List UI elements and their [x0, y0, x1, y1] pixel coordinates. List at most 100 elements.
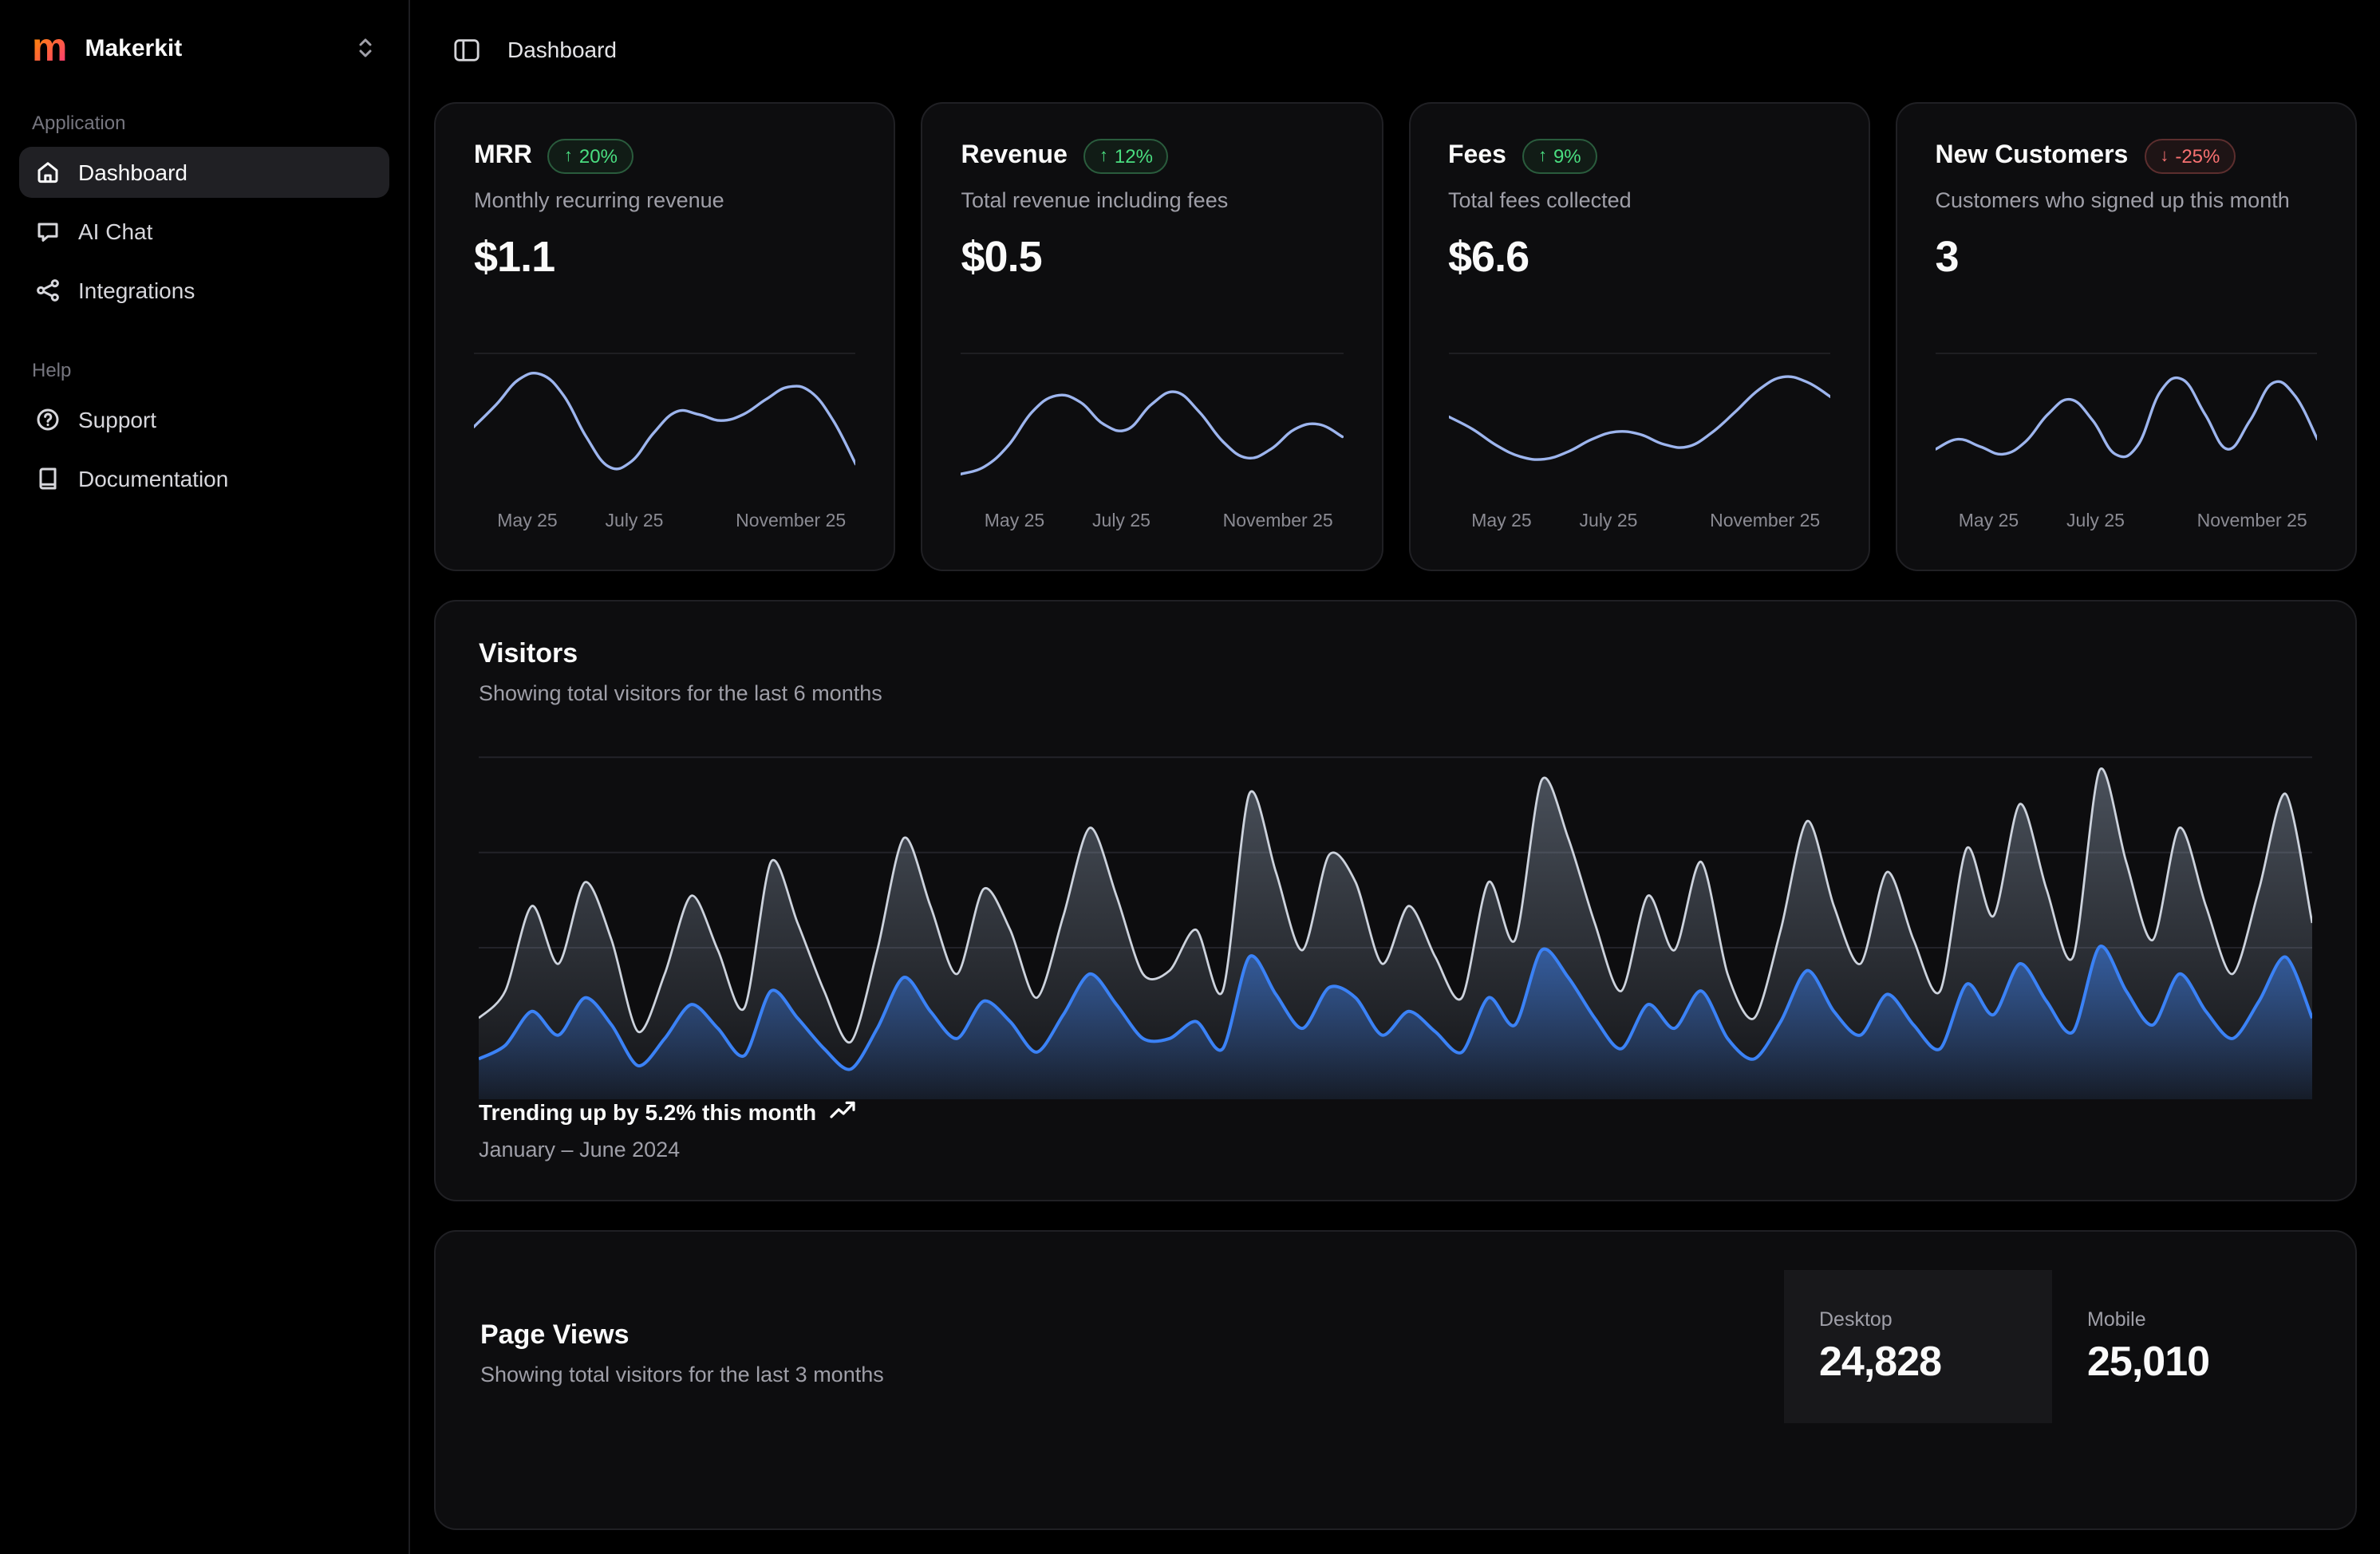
- stat-cards-row: MRR ↑ 20% Monthly recurring revenue $1.1…: [434, 102, 2357, 571]
- sidebar-item-documentation[interactable]: Documentation: [19, 453, 389, 504]
- x-tick: November 25: [1223, 512, 1333, 531]
- page-views-title: Page Views: [480, 1319, 884, 1351]
- x-tick: May 25: [985, 512, 1044, 531]
- x-axis-ticks: May 25 July 25 November 25: [474, 512, 856, 538]
- stat-card-revenue: Revenue ↑ 12% Total revenue including fe…: [922, 102, 1383, 571]
- x-axis-ticks: May 25 July 25 November 25: [1936, 512, 2318, 538]
- x-tick: May 25: [497, 512, 557, 531]
- breadcrumb: Dashboard: [507, 37, 617, 62]
- makerkit-logo-icon: m: [32, 29, 67, 67]
- stat-card-subtitle: Total fees collected: [1448, 188, 1830, 212]
- x-tick: November 25: [736, 512, 846, 531]
- visitors-period-text: January – June 2024: [479, 1138, 2312, 1162]
- stat-card-value: 3: [1936, 233, 2318, 282]
- sidebar-item-dashboard[interactable]: Dashboard: [19, 147, 389, 198]
- new-customers-sparkline-chart: [1936, 353, 2318, 499]
- trend-badge-value: -25%: [2175, 144, 2220, 169]
- trend-up-arrow-icon: ↑: [1099, 148, 1108, 165]
- x-tick: November 25: [2197, 512, 2307, 531]
- stat-card-subtitle: Customers who signed up this month: [1936, 188, 2318, 212]
- share-icon: [35, 278, 61, 303]
- sidebar-item-label: Dashboard: [78, 160, 187, 185]
- mobile-stat-value: 25,010: [2087, 1339, 2285, 1384]
- x-tick: July 25: [2066, 512, 2125, 531]
- fees-sparkline-chart: [1448, 353, 1830, 499]
- sidebar-section-application: Application: [32, 112, 377, 134]
- trending-up-icon: [829, 1099, 855, 1125]
- visitors-trend-text: Trending up by 5.2% this month: [479, 1099, 816, 1125]
- home-icon: [35, 160, 61, 185]
- mobile-stat-label: Mobile: [2087, 1308, 2285, 1331]
- page-views-subtitle: Showing total visitors for the last 3 mo…: [480, 1363, 884, 1386]
- sparkline-block: May 25 July 25 November 25: [1448, 353, 1830, 538]
- trend-badge: ↓ -25%: [2144, 139, 2236, 174]
- sidebar-item-label: Integrations: [78, 278, 195, 303]
- stat-card-mrr: MRR ↑ 20% Monthly recurring revenue $1.1…: [434, 102, 896, 571]
- sidebar: m Makerkit Application Dashboard AI Chat…: [0, 0, 410, 1554]
- chat-icon: [35, 219, 61, 244]
- revenue-sparkline-chart: [961, 353, 1344, 499]
- sparkline-block: May 25 July 25 November 25: [1936, 353, 2318, 538]
- app-window: m Makerkit Application Dashboard AI Chat…: [0, 0, 2380, 1554]
- trend-badge: ↑ 9%: [1522, 139, 1597, 174]
- stat-card-title: Fees: [1448, 142, 1506, 171]
- x-tick: May 25: [1959, 512, 2019, 531]
- stat-card-value: $0.5: [961, 233, 1344, 282]
- x-axis-ticks: May 25 July 25 November 25: [1448, 512, 1830, 538]
- page-views-series-toggles: Desktop 24,828 Mobile 25,010: [1784, 1270, 2320, 1423]
- page-views-header-text: Page Views Showing total visitors for th…: [436, 1232, 884, 1386]
- sidebar-item-integrations[interactable]: Integrations: [19, 265, 389, 316]
- visitors-card: Visitors Showing total visitors for the …: [434, 600, 2357, 1201]
- stat-card-new-customers: New Customers ↓ -25% Customers who signe…: [1896, 102, 2358, 571]
- page-views-card: Page Views Showing total visitors for th…: [434, 1230, 2357, 1530]
- sidebar-section-help: Help: [32, 359, 377, 381]
- trend-badge-value: 9%: [1553, 144, 1581, 169]
- mrr-sparkline-chart: [474, 353, 856, 499]
- sidebar-toggle-icon[interactable]: [453, 36, 480, 63]
- help-circle-icon: [35, 407, 61, 432]
- trend-up-arrow-icon: ↑: [564, 148, 573, 165]
- desktop-stat-toggle[interactable]: Desktop 24,828: [1784, 1270, 2052, 1423]
- trend-badge: ↑ 20%: [548, 139, 633, 174]
- visitors-area-chart: [479, 747, 2312, 1099]
- workspace-selector[interactable]: m Makerkit: [19, 19, 389, 77]
- top-bar: Dashboard: [410, 0, 2380, 99]
- x-tick: July 25: [1092, 512, 1151, 531]
- stat-card-value: $1.1: [474, 233, 856, 282]
- x-tick: July 25: [606, 512, 664, 531]
- sidebar-item-label: Support: [78, 407, 156, 432]
- main-area: Dashboard MRR ↑ 20% Monthly recurring re…: [410, 0, 2380, 1554]
- brand-name: Makerkit: [85, 34, 337, 61]
- desktop-stat-value: 24,828: [1819, 1339, 2017, 1384]
- stat-card-title: MRR: [474, 142, 532, 171]
- x-tick: July 25: [1580, 512, 1638, 531]
- stat-card-subtitle: Total revenue including fees: [961, 188, 1344, 212]
- stat-card-value: $6.6: [1448, 233, 1830, 282]
- stat-card-fees: Fees ↑ 9% Total fees collected $6.6 May …: [1408, 102, 1870, 571]
- chevron-up-down-icon: [354, 35, 377, 61]
- trend-down-arrow-icon: ↓: [2160, 148, 2169, 165]
- sidebar-item-label: AI Chat: [78, 219, 152, 244]
- trend-badge: ↑ 12%: [1083, 139, 1169, 174]
- x-tick: May 25: [1471, 512, 1531, 531]
- sparkline-block: May 25 July 25 November 25: [474, 353, 856, 538]
- visitors-subtitle: Showing total visitors for the last 6 mo…: [479, 681, 2312, 705]
- stat-card-title: New Customers: [1936, 142, 2129, 171]
- sidebar-item-label: Documentation: [78, 466, 228, 491]
- trend-up-arrow-icon: ↑: [1538, 148, 1547, 165]
- visitors-footer: Trending up by 5.2% this month January –…: [479, 1099, 2312, 1162]
- dashboard-content: MRR ↑ 20% Monthly recurring revenue $1.1…: [410, 99, 2380, 1554]
- x-tick: November 25: [1710, 512, 1820, 531]
- sparkline-block: May 25 July 25 November 25: [961, 353, 1344, 538]
- book-icon: [35, 466, 61, 491]
- mobile-stat-toggle[interactable]: Mobile 25,010: [2052, 1270, 2320, 1423]
- stat-card-title: Revenue: [961, 142, 1068, 171]
- sidebar-item-support[interactable]: Support: [19, 394, 389, 445]
- sidebar-item-ai-chat[interactable]: AI Chat: [19, 206, 389, 257]
- trend-badge-value: 20%: [579, 144, 618, 169]
- stat-card-subtitle: Monthly recurring revenue: [474, 188, 856, 212]
- x-axis-ticks: May 25 July 25 November 25: [961, 512, 1344, 538]
- visitors-title: Visitors: [479, 638, 2312, 670]
- desktop-stat-label: Desktop: [1819, 1308, 2017, 1331]
- trend-badge-value: 12%: [1115, 144, 1153, 169]
